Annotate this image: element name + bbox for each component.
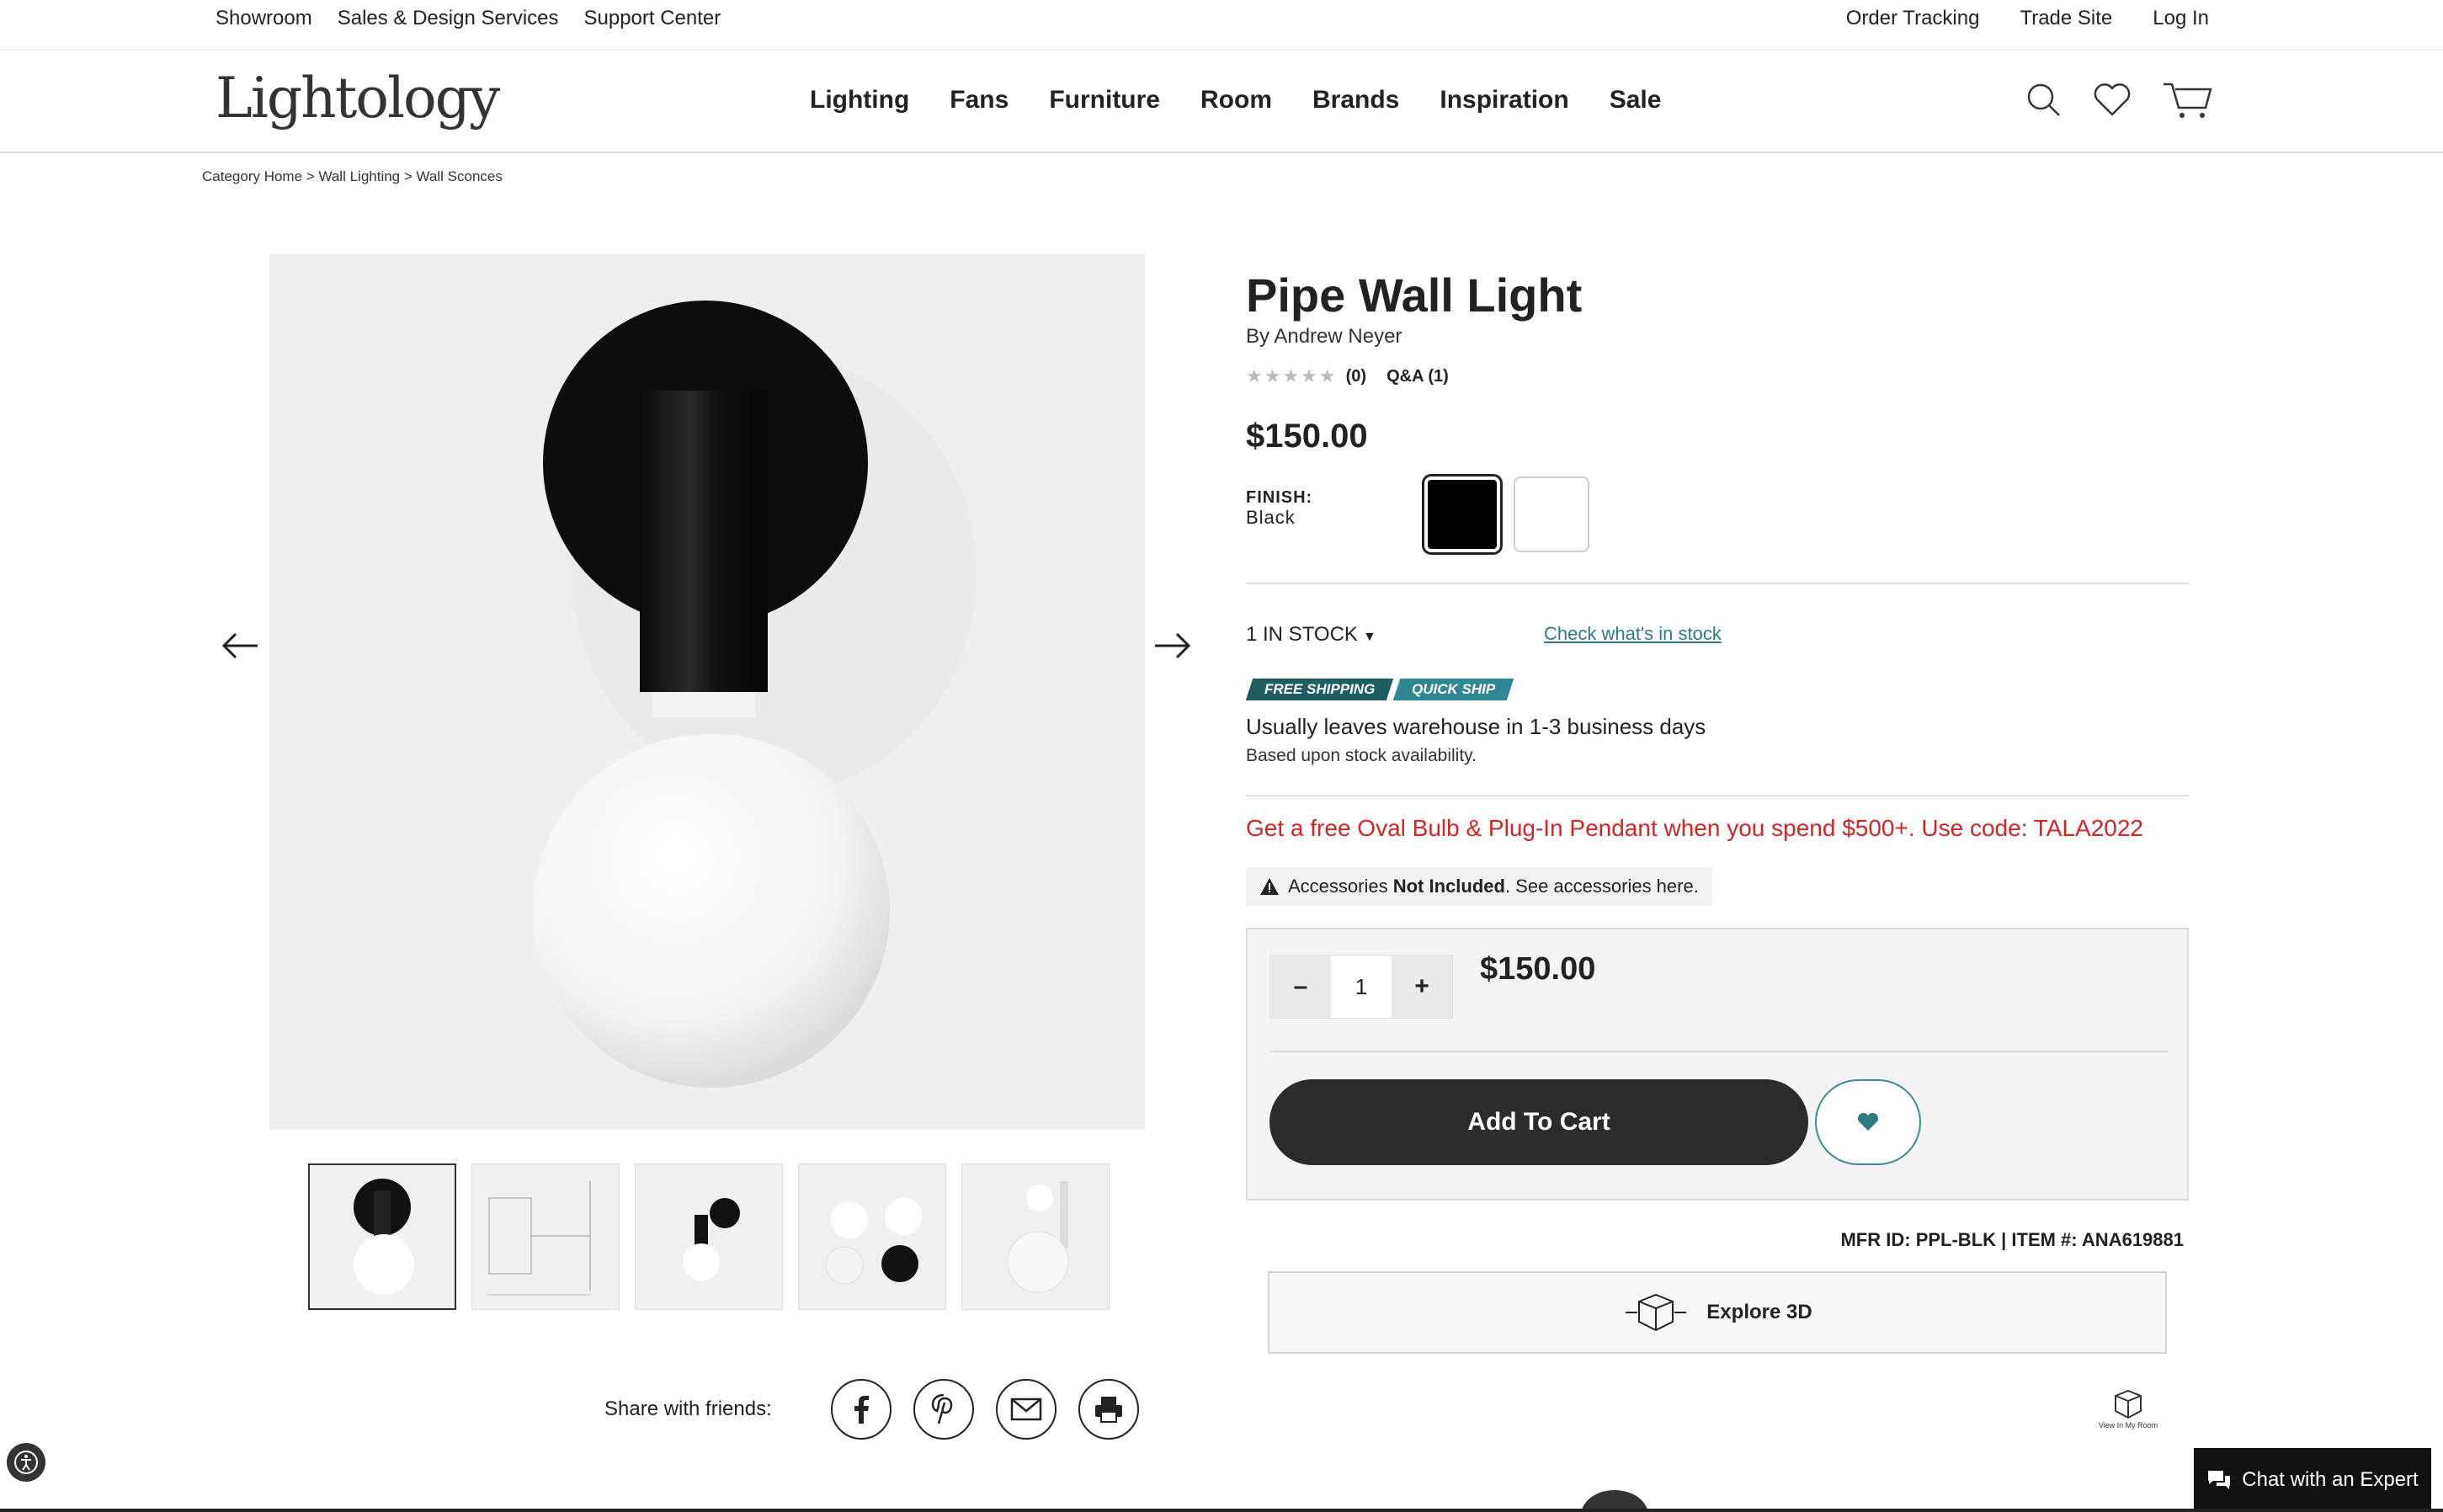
heart-icon[interactable] <box>2093 83 2132 118</box>
breadcrumb-separator: > <box>302 168 319 184</box>
ratings-row: ★★★★★ (0) Q&A (1) <box>1246 365 1449 387</box>
nav-sale[interactable]: Sale <box>1610 86 1662 114</box>
nav-lighting[interactable]: Lighting <box>810 86 909 114</box>
view-in-my-room-button[interactable]: View In My Room <box>2093 1387 2164 1429</box>
utility-bar: Showroom Sales & Design Services Support… <box>0 0 2443 51</box>
chat-with-expert-button[interactable]: Chat with an Expert <box>2194 1448 2431 1512</box>
review-count[interactable]: (0) <box>1346 367 1366 386</box>
accessories-text-post: . See accessories here. <box>1504 876 1699 897</box>
divider <box>1246 583 2189 584</box>
email-icon[interactable] <box>995 1379 1057 1440</box>
share-icons <box>811 1379 1139 1440</box>
quick-ship-badge: QUICK SHIP <box>1393 679 1514 700</box>
quick-ship-badge-label: QUICK SHIP <box>1412 681 1496 697</box>
accessories-text-pre: Accessories <box>1288 876 1393 897</box>
site-logo[interactable]: Lightology <box>216 66 500 130</box>
main-nav: Lighting Fans Furniture Room Brands Insp… <box>810 86 1661 114</box>
bottom-edge <box>0 1509 2443 1512</box>
finish-swatch-white[interactable] <box>1514 476 1589 552</box>
breadcrumb-wall-sconces[interactable]: Wall Sconces <box>417 168 503 184</box>
thumbnail-5[interactable] <box>961 1163 1110 1310</box>
explore-3d-label: Explore 3D <box>1706 1301 1812 1323</box>
thumbnail-1[interactable] <box>308 1163 456 1310</box>
quantity-stepper: – 1 + <box>1269 955 1453 1019</box>
previous-image-arrow[interactable] <box>219 625 261 667</box>
finish-value: Black <box>1246 507 1296 528</box>
stock-label: 1 IN STOCK <box>1246 623 1358 646</box>
support-center-link[interactable]: Support Center <box>584 7 721 30</box>
thumbnail-2[interactable] <box>471 1163 620 1310</box>
utility-links-right: Order Tracking Trade Site Log In <box>1846 7 2209 30</box>
cart-total-price: $150.00 <box>1480 951 1596 987</box>
heart-icon <box>1857 1112 1879 1131</box>
cart-icon[interactable] <box>2162 81 2214 120</box>
add-to-cart-button[interactable]: Add To Cart <box>1269 1079 1808 1165</box>
product-price: $150.00 <box>1246 418 1368 455</box>
quantity-decrease-button[interactable]: – <box>1270 956 1331 1018</box>
search-icon[interactable] <box>2025 82 2062 119</box>
divider <box>1246 795 2189 796</box>
share-section: Share with friends: <box>604 1379 1139 1440</box>
add-to-cart-panel: – 1 + $150.00 Add To Cart <box>1246 928 2189 1201</box>
accessories-text-bold: Not Included <box>1392 876 1505 897</box>
utility-links-left: Showroom Sales & Design Services Support… <box>216 7 721 30</box>
nav-room[interactable]: Room <box>1200 86 1272 114</box>
trade-site-link[interactable]: Trade Site <box>2020 7 2112 30</box>
stock-dropdown[interactable]: 1 IN STOCK ▼ <box>1246 623 1376 647</box>
rating-stars[interactable]: ★★★★★ <box>1246 365 1338 387</box>
sales-design-link[interactable]: Sales & Design Services <box>338 7 559 30</box>
nav-fans[interactable]: Fans <box>950 86 1009 114</box>
finish-label: FINISH: <box>1246 488 1313 507</box>
breadcrumb-separator: > <box>400 168 417 184</box>
chat-label: Chat with an Expert <box>2242 1468 2419 1491</box>
header-icons <box>2025 81 2214 120</box>
pinterest-icon[interactable] <box>913 1379 974 1440</box>
free-shipping-badge: FREE SHIPPING <box>1245 679 1394 700</box>
nav-inspiration[interactable]: Inspiration <box>1440 86 1568 114</box>
quantity-input[interactable]: 1 <box>1331 956 1392 1018</box>
breadcrumb: Category Home > Wall Lighting > Wall Sco… <box>202 168 503 185</box>
thumbnail-4[interactable] <box>798 1163 946 1310</box>
breadcrumb-category-home[interactable]: Category Home <box>202 168 302 184</box>
main-header: Lightology Lighting Fans Furniture Room … <box>0 51 2443 153</box>
nav-furniture[interactable]: Furniture <box>1049 86 1160 114</box>
order-tracking-link[interactable]: Order Tracking <box>1846 7 1980 30</box>
main-product-image[interactable] <box>269 254 1145 1130</box>
caret-down-icon: ▼ <box>1362 630 1376 644</box>
add-to-wishlist-button[interactable] <box>1815 1079 1921 1165</box>
quantity-increase-button[interactable]: + <box>1392 956 1452 1018</box>
share-label: Share with friends: <box>604 1398 772 1420</box>
free-shipping-badge-label: FREE SHIPPING <box>1264 681 1376 697</box>
facebook-icon[interactable] <box>830 1379 892 1440</box>
thumbnail-3[interactable] <box>635 1163 783 1310</box>
thumbnail-strip <box>308 1163 1110 1310</box>
explore-3d-button[interactable]: Explore 3D <box>1268 1271 2167 1354</box>
breadcrumb-wall-lighting[interactable]: Wall Lighting <box>318 168 400 184</box>
nav-brands[interactable]: Brands <box>1312 86 1399 114</box>
print-icon[interactable] <box>1078 1379 1139 1440</box>
product-title: Pipe Wall Light <box>1246 269 1583 322</box>
next-image-arrow[interactable] <box>1152 625 1194 667</box>
accessories-text: Accessories Not Included. See accessorie… <box>1288 876 1699 897</box>
view-room-label: View In My Room <box>2098 1421 2158 1429</box>
product-brand[interactable]: By Andrew Neyer <box>1246 325 1402 349</box>
accessories-notice[interactable]: Accessories Not Included. See accessorie… <box>1246 867 1712 906</box>
log-in-link[interactable]: Log In <box>2153 7 2209 30</box>
ships-message: Usually leaves warehouse in 1-3 business… <box>1246 714 1706 739</box>
showroom-link[interactable]: Showroom <box>216 7 312 30</box>
cube-3d-icon <box>1626 1293 1687 1332</box>
shipping-badges: FREE SHIPPING QUICK SHIP <box>1245 679 1514 700</box>
finish-swatch-black[interactable] <box>1424 476 1500 552</box>
mfr-item-id: MFR ID: PPL-BLK | ITEM #: ANA619881 <box>1840 1229 2184 1250</box>
warning-icon <box>1260 878 1279 895</box>
view-room-icon <box>2115 1389 2142 1419</box>
qa-link[interactable]: Q&A (1) <box>1386 367 1449 386</box>
divider <box>1269 1051 2169 1052</box>
ships-subtext: Based upon stock availability. <box>1246 746 1477 765</box>
check-stock-link[interactable]: Check what's in stock <box>1544 623 1722 645</box>
accessibility-icon[interactable] <box>7 1443 45 1482</box>
chat-icon <box>2208 1471 2231 1489</box>
promo-message: Get a free Oval Bulb & Plug-In Pendant w… <box>1246 815 2143 841</box>
